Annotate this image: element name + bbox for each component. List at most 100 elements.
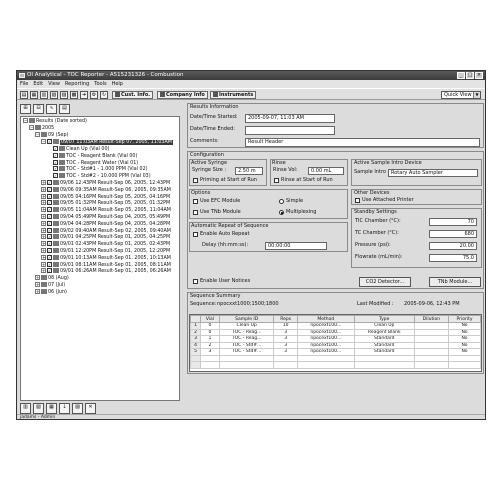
tree-result-node[interactable]: + ✓ 09/05 11:04AM Result-Sep 05, 2005, 11:… xyxy=(41,207,171,214)
tree-result-node[interactable]: + ✓ 09/02 09:40AM Result-Sep 02, 2005, 09:… xyxy=(41,227,171,235)
checkbox-checked-icon[interactable]: ✓ xyxy=(47,268,52,274)
user-notices-checkbox[interactable] xyxy=(193,279,198,284)
column-header[interactable]: Sample ID xyxy=(218,315,275,323)
column-header[interactable]: Type xyxy=(353,315,415,323)
tree-result-node[interactable]: + ✓ 09/01 12:20PM Result-Sep 01, 2005, 12:… xyxy=(41,248,170,255)
tree-result-node[interactable]: + ✓ 09/05 01:32PM Result-Sep 05, 2005, 01:… xyxy=(41,200,170,207)
expand-icon[interactable]: + xyxy=(41,200,46,206)
checkbox-checked-icon[interactable]: ✓ xyxy=(47,193,52,199)
syringe-size-field[interactable]: 2.50 m xyxy=(235,167,263,175)
delay-field[interactable]: 00:00:00 xyxy=(265,242,327,250)
tnb-checkbox[interactable] xyxy=(193,210,198,215)
multiplexing-radio[interactable] xyxy=(279,210,284,215)
expand-icon[interactable]: + xyxy=(41,220,46,226)
column-header[interactable]: Vial xyxy=(200,315,220,323)
expand-icon[interactable]: + xyxy=(41,241,46,247)
checkbox-checked-icon[interactable]: ✓ xyxy=(47,139,52,144)
tree-result-node[interactable]: + ✓ 09/06 12:43PM Result-Sep 06, 2005, 12:… xyxy=(41,180,170,187)
collapse-icon[interactable]: − xyxy=(35,132,40,137)
save-icon[interactable]: ▦ xyxy=(30,91,38,99)
menu-file[interactable]: File xyxy=(20,80,28,88)
tree-selected-result[interactable]: − ✓ 09/07 11:03AM Result-Sep 07, 2005, 11:… xyxy=(41,139,173,146)
table-cell-empty[interactable] xyxy=(413,361,450,369)
checkbox-checked-icon[interactable]: ✓ xyxy=(47,248,52,253)
checkbox-checked-icon[interactable]: ✓ xyxy=(47,220,52,226)
table-cell-empty[interactable] xyxy=(353,361,415,369)
sample-intro-field[interactable]: Rotary Auto Sampler xyxy=(388,169,478,177)
move-down-icon[interactable]: ↓ xyxy=(59,403,70,414)
checkbox-checked-icon[interactable]: ✓ xyxy=(53,146,58,151)
expand-icon[interactable]: + xyxy=(41,227,46,233)
close-button[interactable]: × xyxy=(475,72,483,79)
sequence-table[interactable]: Vial Sample ID Reps Method Type Dilution Prior… xyxy=(189,314,482,372)
pressure-field[interactable]: 20.00 xyxy=(429,242,477,250)
efc-checkbox[interactable] xyxy=(193,199,198,204)
attached-printer-checkbox[interactable] xyxy=(355,198,360,203)
rinse-start-checkbox[interactable] xyxy=(274,178,279,183)
minimize-button[interactable]: _ xyxy=(457,72,465,79)
export-icon[interactable]: ▧ xyxy=(50,91,58,99)
tree-month-node[interactable]: +06 (Jun) xyxy=(35,288,67,296)
tree-month-node[interactable]: +07 (Jul) xyxy=(35,282,65,289)
menu-view[interactable]: View xyxy=(48,80,60,88)
tree-root[interactable]: − Results (Date sorted) xyxy=(23,118,87,125)
tree-year[interactable]: − 2005 xyxy=(29,125,54,132)
ended-field[interactable] xyxy=(245,126,335,135)
table-cell-empty[interactable] xyxy=(296,361,355,369)
table-cell-empty[interactable] xyxy=(218,361,275,369)
tree-result-node[interactable]: + ✓ 09/04 04:28PM Result-Sep 04, 2005, 04:… xyxy=(41,220,170,228)
priming-checkbox[interactable] xyxy=(193,178,198,183)
company-info-button[interactable]: Company Info xyxy=(157,91,208,99)
expand-icon[interactable]: + xyxy=(41,214,46,219)
co2-detector-button[interactable]: CO2 Detector... xyxy=(359,277,411,287)
tree-month-sep[interactable]: − 09 (Sep) xyxy=(35,132,68,139)
checkbox-checked-icon[interactable]: ✓ xyxy=(47,186,52,192)
tree-result-node[interactable]: + ✓ 09/05 04:16PM Result-Sep 05, 2005, 04:… xyxy=(41,193,170,201)
expand-icon[interactable]: + xyxy=(35,282,40,287)
menu-help[interactable]: Help xyxy=(112,80,123,88)
checkbox-checked-icon[interactable]: ✓ xyxy=(47,227,52,233)
expand-icon[interactable]: + xyxy=(41,193,46,199)
auto-repeat-checkbox[interactable] xyxy=(193,232,198,237)
checkbox-checked-icon[interactable]: ✓ xyxy=(47,261,52,267)
quick-view-dropdown[interactable]: Quick View ▼ xyxy=(441,91,481,99)
table-cell-empty[interactable] xyxy=(448,361,481,369)
checkbox-checked-icon[interactable]: ✓ xyxy=(47,234,52,240)
tree-result-node[interactable]: + ✓ 09/01 10:13AM Result-Sep 01, 2005, 10:… xyxy=(41,254,171,262)
checkbox-checked-icon[interactable]: ✓ xyxy=(53,159,58,165)
delete-icon[interactable]: ✕ xyxy=(85,403,96,414)
menu-edit[interactable]: Edit xyxy=(33,80,43,88)
expand-icon[interactable]: + xyxy=(41,180,46,185)
copy-icon[interactable]: ▨ xyxy=(72,403,83,414)
expand-icon[interactable]: + xyxy=(35,275,40,281)
results-tree[interactable]: − Results (Date sorted) −2005 −09 (Sep) −… xyxy=(20,116,180,401)
tree-result-node[interactable]: + ✓ 09/06 09:35AM Result-Sep 06, 2005, 09:… xyxy=(41,186,171,194)
tic-field[interactable]: 70 xyxy=(429,218,477,226)
table-cell-empty[interactable] xyxy=(273,361,298,369)
checkbox-checked-icon[interactable]: ✓ xyxy=(47,207,52,213)
checkbox-checked-icon[interactable]: ✓ xyxy=(47,214,52,219)
print-icon[interactable]: ▥ xyxy=(20,403,31,414)
report-icon[interactable]: ▩ xyxy=(70,91,78,99)
menu-reporting[interactable]: Reporting xyxy=(65,80,89,88)
open-icon[interactable]: ▤ xyxy=(20,91,28,99)
tree-report-icon[interactable]: ▤ xyxy=(59,104,70,114)
tree-result-node[interactable]: + ✓ 09/01 08:11AM Result-Sep 01, 2005, 08:… xyxy=(41,261,171,269)
comments-field[interactable]: Result Header xyxy=(245,138,480,147)
simple-radio[interactable] xyxy=(279,199,284,204)
export-icon[interactable]: ▧ xyxy=(33,403,44,414)
tree-result-node[interactable]: + ✓ 09/01 04:25PM Result-Sep 01, 2005, 04:… xyxy=(41,234,170,241)
expand-icon[interactable]: + xyxy=(41,234,46,240)
collapse-icon[interactable]: − xyxy=(41,139,46,144)
rinse-vol-field[interactable]: 0.00 mL xyxy=(308,167,344,175)
tree-result-node[interactable]: + ✓ 09/01 02:43PM Result-Sep 01, 2005, 02:… xyxy=(41,241,170,248)
tree-collapse-icon[interactable]: ⊟ xyxy=(33,104,44,114)
maximize-button[interactable]: □ xyxy=(466,72,474,79)
tnb-module-button[interactable]: TNb Module... xyxy=(429,277,481,287)
checkbox-checked-icon[interactable]: ✓ xyxy=(47,254,52,260)
tree-result-node[interactable]: + ✓ 09/04 05:49PM Result-Sep 04, 2005, 05:… xyxy=(41,214,170,221)
collapse-icon[interactable]: − xyxy=(29,125,34,130)
tc-field[interactable]: 680 xyxy=(429,230,477,238)
expand-icon[interactable]: + xyxy=(41,254,46,260)
expand-icon[interactable]: + xyxy=(35,288,40,294)
